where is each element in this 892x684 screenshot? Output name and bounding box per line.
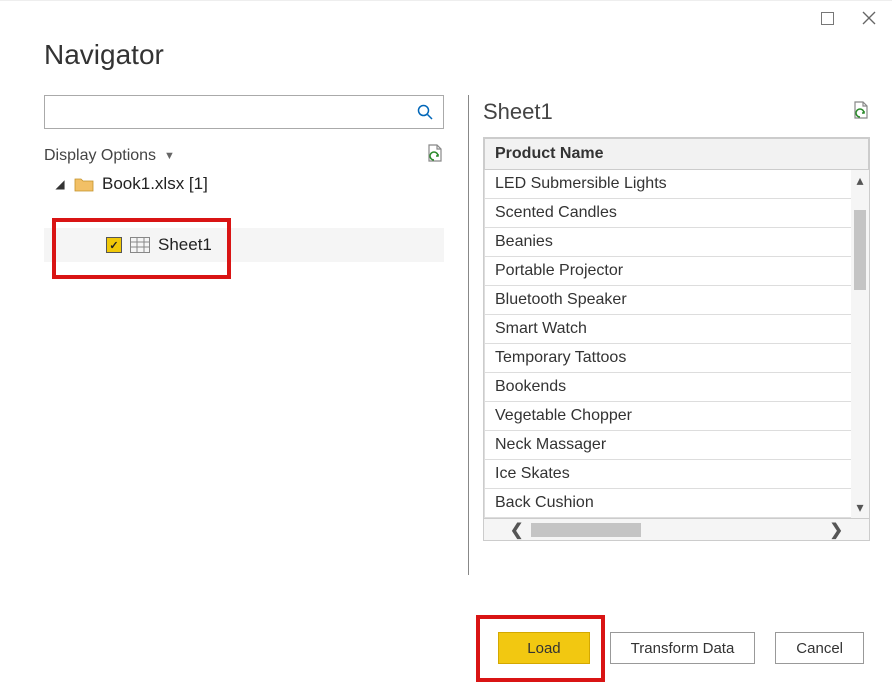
load-button[interactable]: Load xyxy=(498,632,589,664)
preview-refresh-icon[interactable] xyxy=(852,100,870,125)
scroll-thumb-horizontal[interactable] xyxy=(531,523,641,537)
column-header[interactable]: Product Name xyxy=(485,139,869,170)
refresh-icon[interactable] xyxy=(426,143,444,168)
table-cell: Bookends xyxy=(485,373,869,402)
transform-data-button[interactable]: Transform Data xyxy=(610,632,756,664)
table-row[interactable]: LED Submersible Lights xyxy=(485,170,869,199)
sheet-checkbox[interactable]: ✓ xyxy=(106,237,122,253)
preview-table: Product Name LED Submersible LightsScent… xyxy=(484,138,869,518)
table-row[interactable]: Bluetooth Speaker xyxy=(485,286,869,315)
folder-icon xyxy=(74,176,94,192)
table-cell: Vegetable Chopper xyxy=(485,402,869,431)
maximize-icon xyxy=(821,12,834,25)
panel-divider xyxy=(468,95,469,575)
table-cell: Ice Skates xyxy=(485,460,869,489)
scroll-up-icon[interactable]: ▴ xyxy=(856,170,863,191)
table-cell: Bluetooth Speaker xyxy=(485,286,869,315)
search-icon[interactable] xyxy=(407,96,443,128)
table-cell: Scented Candles xyxy=(485,199,869,228)
vertical-scrollbar[interactable]: ▴ ▾ xyxy=(851,170,869,518)
preview-panel: Sheet1 Product Name LED Submersible Ligh… xyxy=(483,95,870,575)
tree-file-label: Book1.xlsx [1] xyxy=(102,174,208,194)
dialog-title: Navigator xyxy=(0,31,892,95)
table-row[interactable]: Smart Watch xyxy=(485,315,869,344)
search-box[interactable] xyxy=(44,95,444,129)
table-cell: Back Cushion xyxy=(485,489,869,518)
table-cell: Neck Massager xyxy=(485,431,869,460)
left-panel: Display Options ▼ ◢ Book1.xlsx [1] xyxy=(44,95,462,575)
tree-sheet-node[interactable]: ✓ Sheet1 xyxy=(44,228,444,262)
table-cell: LED Submersible Lights xyxy=(485,170,869,199)
table-row[interactable]: Ice Skates xyxy=(485,460,869,489)
chevron-down-icon: ▼ xyxy=(164,150,175,162)
table-row[interactable]: Temporary Tattoos xyxy=(485,344,869,373)
scroll-right-icon[interactable]: ❯ xyxy=(830,520,843,540)
navigator-tree: ◢ Book1.xlsx [1] ✓ Sheet1 xyxy=(44,184,444,262)
preview-table-container: Product Name LED Submersible LightsScent… xyxy=(483,137,870,519)
close-button[interactable] xyxy=(862,11,876,25)
table-row[interactable]: Beanies xyxy=(485,228,869,257)
tree-sheet-label: Sheet1 xyxy=(158,235,212,255)
table-cell: Portable Projector xyxy=(485,257,869,286)
maximize-button[interactable] xyxy=(820,11,834,25)
table-row[interactable]: Vegetable Chopper xyxy=(485,402,869,431)
hscroll-track[interactable] xyxy=(531,523,821,537)
cancel-button[interactable]: Cancel xyxy=(775,632,864,664)
search-input[interactable] xyxy=(45,96,407,128)
table-row[interactable]: Back Cushion xyxy=(485,489,869,518)
table-row[interactable]: Neck Massager xyxy=(485,431,869,460)
expand-caret-icon[interactable]: ◢ xyxy=(54,177,66,191)
dialog-footer: Load Transform Data Cancel xyxy=(0,612,892,684)
table-row[interactable]: Scented Candles xyxy=(485,199,869,228)
tree-file-node[interactable]: ◢ Book1.xlsx [1] xyxy=(44,184,444,228)
scroll-thumb-vertical[interactable] xyxy=(854,210,866,290)
scroll-down-icon[interactable]: ▾ xyxy=(856,497,863,518)
table-row[interactable]: Bookends xyxy=(485,373,869,402)
table-cell: Beanies xyxy=(485,228,869,257)
display-options-label: Display Options xyxy=(44,147,156,165)
scroll-left-icon[interactable]: ❮ xyxy=(510,520,523,540)
table-cell: Temporary Tattoos xyxy=(485,344,869,373)
horizontal-scrollbar[interactable]: ❮ ❯ xyxy=(483,519,870,541)
table-row[interactable]: Portable Projector xyxy=(485,257,869,286)
table-icon xyxy=(130,237,150,253)
table-cell: Smart Watch xyxy=(485,315,869,344)
display-options-dropdown[interactable]: Display Options ▼ xyxy=(44,147,175,165)
preview-title: Sheet1 xyxy=(483,99,553,125)
close-icon xyxy=(862,11,876,25)
